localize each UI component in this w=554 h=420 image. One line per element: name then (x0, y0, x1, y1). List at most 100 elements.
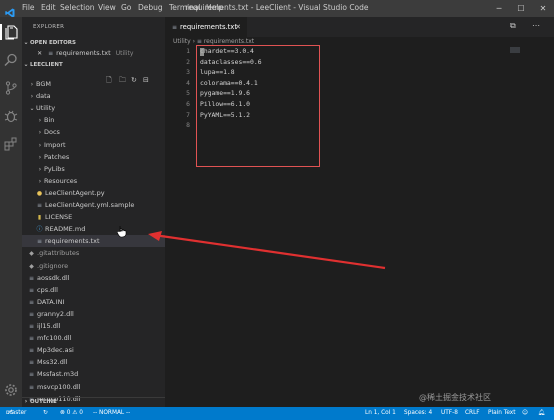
menu-terminal[interactable]: Terminal (169, 3, 201, 12)
tree-file[interactable]: ≡ Mp3dec.asi (22, 344, 165, 356)
sync-icon[interactable]: ↻ (43, 407, 48, 420)
outline-label: OUTLINE (30, 399, 57, 405)
tree-item-label: ijl15.dll (37, 322, 61, 330)
minimize-button[interactable]: ─ (488, 0, 510, 17)
tree-item-label: Utility (36, 104, 56, 113)
source-control-icon[interactable] (3, 80, 19, 96)
open-editor-folder: Utility (115, 50, 134, 57)
tree-folder[interactable]: › PyLibs (22, 163, 165, 175)
search-icon[interactable] (3, 52, 19, 68)
line-number: 4 (186, 78, 190, 87)
indentation-status[interactable]: Spaces: 4 (404, 407, 432, 420)
tree-file[interactable]: ≡ DATA.INI (22, 296, 165, 308)
menu-view[interactable]: View (98, 3, 116, 12)
explorer-title: EXPLORER (33, 24, 65, 30)
tree-item-label: cps.dll (37, 285, 58, 294)
tree-item-label: Mp3dec.asi (37, 346, 74, 355)
folder-root-label: LEECLIENT (30, 62, 63, 68)
tree-item-label: LeeClientAgent.yml.sample (45, 201, 135, 209)
tree-folder[interactable]: › Patches (22, 151, 165, 163)
minimap[interactable] (510, 47, 520, 53)
tree-file[interactable]: ≡ Mss32.dll (22, 356, 165, 368)
tree-file[interactable]: ≡ granny2.dll (22, 308, 165, 320)
tree-item-label: mfc100.dll (37, 334, 72, 343)
chevron-right-icon: › (24, 398, 28, 405)
tree-item-label: Docs (44, 128, 60, 137)
close-icon[interactable]: ✕ (235, 17, 241, 37)
explorer-icon[interactable] (0, 24, 22, 40)
more-actions-icon[interactable]: ⋯ (532, 21, 540, 30)
line-number: 3 (186, 68, 190, 77)
menu-selection[interactable]: Selection (60, 3, 95, 12)
tree-file[interactable]: ≡ mfc100.dll (22, 332, 165, 344)
close-window-button[interactable]: ✕ (532, 0, 554, 17)
problems-status[interactable]: ⊗ 0 ⚠ 0 (60, 407, 83, 420)
menu-edit[interactable]: Edit (41, 3, 56, 12)
vscode-logo-icon (5, 3, 15, 18)
tree-file[interactable]: ≡ msvcp100.dll (22, 381, 165, 393)
text-file-icon: ≡ (171, 24, 178, 31)
tree-folder[interactable]: › Resources (22, 175, 165, 187)
encoding-status[interactable]: UTF-8 (441, 407, 458, 420)
tree-item-label: aossdk.dll (37, 273, 70, 282)
activity-bar (0, 17, 22, 407)
line-number: 5 (186, 89, 190, 98)
breadcrumb-file[interactable]: requirements.txt (204, 38, 254, 45)
settings-gear-icon[interactable] (3, 382, 19, 398)
tree-item-label: BGM (36, 80, 51, 88)
tree-item-label: Patches (44, 152, 70, 161)
tree-item-label: Resources (44, 176, 78, 185)
line-number: 6 (186, 100, 190, 108)
notifications-bell-icon[interactable]: 🔔︎ (538, 407, 545, 420)
menu-debug[interactable]: Debug (138, 3, 163, 12)
feedback-icon[interactable]: ☺ (522, 407, 528, 420)
tree-folder[interactable]: › BGM (22, 78, 165, 90)
tree-file[interactable]: ≡ Mssfast.m3d (22, 368, 165, 380)
maximize-button[interactable]: ☐ (510, 0, 532, 17)
debug-icon[interactable] (3, 108, 19, 124)
tree-file[interactable]: ≡ LeeClientAgent.yml.sample (22, 199, 165, 211)
chevron-down-icon: ⌄ (23, 61, 29, 68)
tree-file[interactable]: ● LeeClientAgent.py (22, 187, 165, 199)
extensions-icon[interactable] (3, 136, 19, 152)
line-number: 2 (186, 57, 190, 66)
tree-item-label: Bin (44, 116, 55, 125)
editor-tab-bar: ≡ requirements.txt ✕ ⧉ ⋯ (165, 17, 554, 37)
tree-item-label: Import (44, 140, 66, 149)
tab-label: requirements.txt (180, 23, 237, 31)
tree-folder[interactable]: › Import (22, 139, 165, 151)
line-number: 1 (186, 47, 190, 55)
tree-folder[interactable]: ⌄Utility (22, 102, 165, 114)
text-file-icon: ≡ (196, 38, 202, 45)
tree-item-label: Mssfast.m3d (37, 370, 79, 379)
tree-file[interactable]: ≡ ijl15.dll (22, 320, 165, 332)
open-editor-name: requirements.txt (56, 49, 111, 57)
menu-help[interactable]: Help (206, 3, 223, 12)
text-file-icon: ≡ (48, 50, 54, 57)
leeclient-folder-section[interactable]: ⌄LEECLIENT (22, 61, 165, 71)
menu-file[interactable]: File (22, 3, 35, 12)
tree-folder[interactable]: › data (22, 90, 165, 102)
watermark-text: @稀土掘金技术社区 (419, 393, 491, 402)
open-editor-item[interactable]: ✕ ≡ requirements.txt Utility (22, 47, 165, 59)
close-icon[interactable]: ✕ (36, 48, 43, 60)
open-editors-label: OPEN EDITORS (30, 40, 76, 46)
line-number: 8 (186, 121, 190, 130)
breadcrumb-folder[interactable]: Utility (173, 38, 191, 45)
explorer-sidebar: EXPLORER ⌄OPEN EDITORS ✕ ≡ requirements.t… (22, 17, 165, 407)
tree-item-label: msvcp100.dll (37, 382, 81, 391)
tree-file[interactable]: ≡ cps.dll (22, 284, 165, 296)
tree-item-label: .gitattributes (37, 249, 80, 258)
menu-go[interactable]: Go (121, 3, 131, 12)
tree-file[interactable]: ▮ LICENSE (22, 211, 165, 223)
tree-folder[interactable]: › Docs (22, 126, 165, 138)
tree-item-label: .gitignore (37, 261, 69, 270)
tree-item-label: requirements.txt (45, 237, 100, 246)
language-mode-status[interactable]: Plain Text (488, 407, 516, 420)
split-editor-icon[interactable]: ⧉ (510, 21, 516, 31)
annotation-arrow (148, 231, 386, 270)
cursor-position-status[interactable]: Ln 1, Col 1 (365, 407, 396, 420)
tab-requirements-txt[interactable]: ≡ requirements.txt ✕ (165, 17, 247, 37)
eol-status[interactable]: CRLF (465, 407, 480, 420)
tree-folder[interactable]: › Bin (22, 114, 165, 126)
